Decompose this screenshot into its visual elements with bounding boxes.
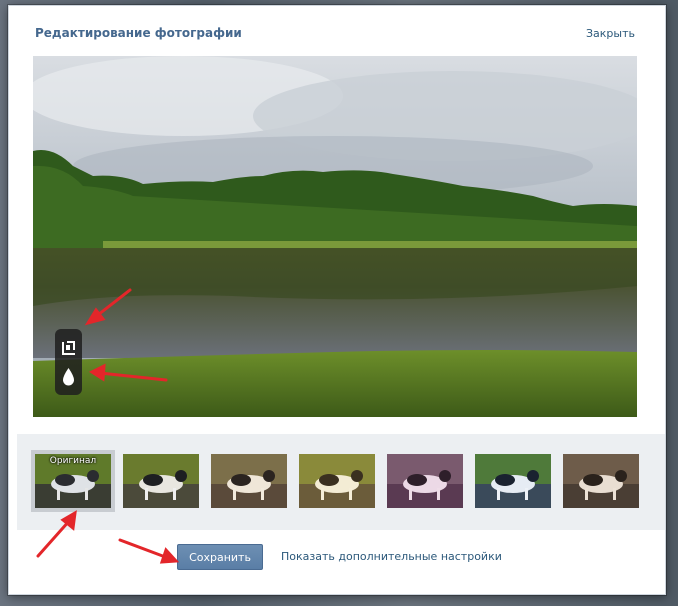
landscape-photo [33,56,637,417]
husky-image [299,454,375,508]
filter-thumbnail-original[interactable]: Оригинал [31,450,115,512]
filter-label: Оригинал [49,456,97,466]
crop-icon [62,341,75,355]
filter-thumbnail[interactable] [475,454,551,508]
photo-preview [33,56,637,417]
husky-image [563,454,639,508]
husky-image [475,454,551,508]
filter-thumbnail[interactable] [299,454,375,508]
dialog-title: Редактирование фотографии [35,26,242,40]
filter-tool-button[interactable] [57,363,80,391]
filter-thumbnail[interactable] [211,454,287,508]
drop-icon [63,368,74,386]
show-more-settings-link[interactable]: Показать дополнительные настройки [281,550,502,563]
save-button[interactable]: Сохранить [177,544,263,570]
crop-tool-button[interactable] [57,334,80,362]
filter-thumbnail[interactable] [563,454,639,508]
husky-image [123,454,199,508]
photo-tools-panel [55,329,82,395]
photo-edit-dialog: Редактирование фотографии Закрыть Оригин… [8,5,666,595]
close-link[interactable]: Закрыть [586,27,635,40]
husky-image [211,454,287,508]
husky-image [387,454,463,508]
filter-thumbnail[interactable] [387,454,463,508]
filter-thumbnail[interactable] [123,454,199,508]
